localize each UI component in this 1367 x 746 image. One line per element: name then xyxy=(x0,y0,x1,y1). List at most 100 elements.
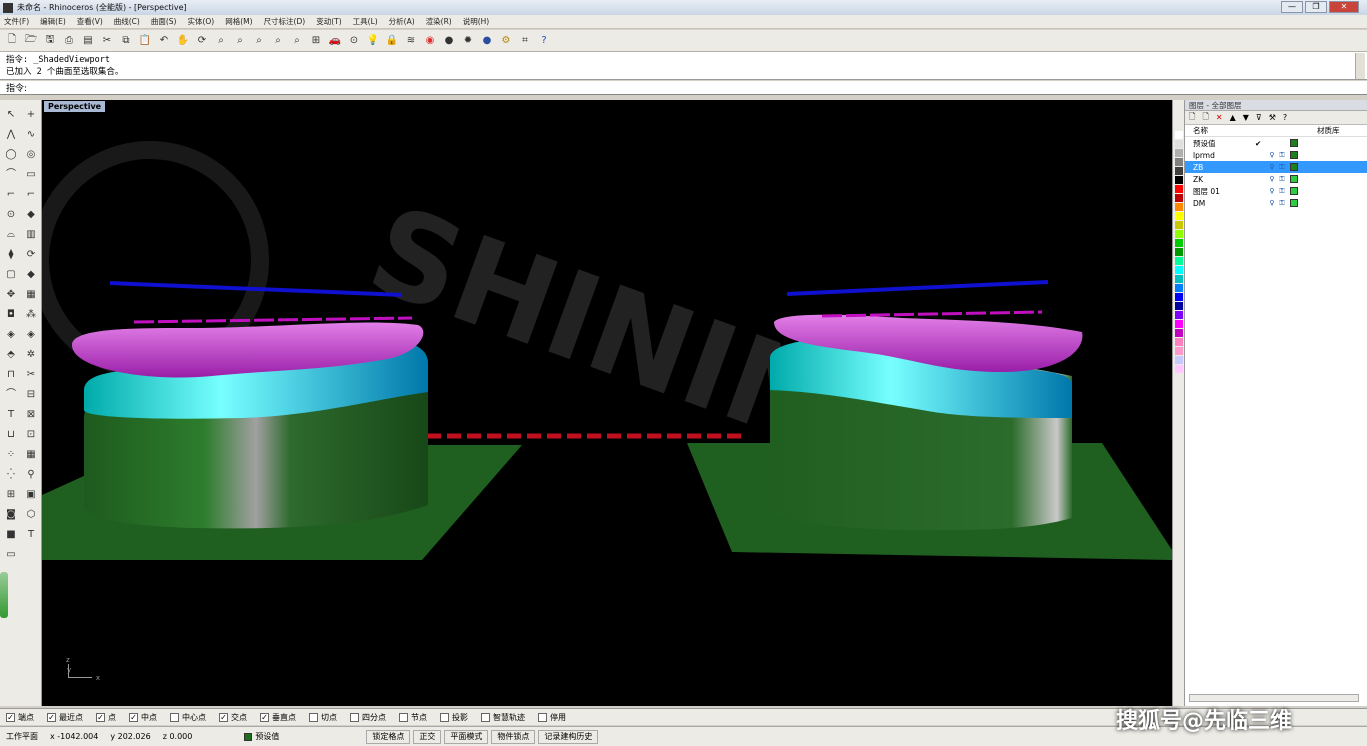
color-swatch[interactable] xyxy=(1174,140,1183,148)
move-down-icon[interactable]: ▼ xyxy=(1243,113,1249,122)
osnap-option[interactable]: ✓ 中点 xyxy=(129,712,157,723)
color-swatch[interactable] xyxy=(1174,356,1183,364)
color-swatch[interactable] xyxy=(1174,284,1183,292)
osnap-option[interactable]: ✓ 最近点 xyxy=(47,712,83,723)
planar-pane[interactable]: 平面模式 xyxy=(444,729,489,744)
osnap-checkbox[interactable] xyxy=(440,712,449,722)
circle-icon[interactable]: ◯ xyxy=(4,148,18,162)
osnap-checkbox[interactable] xyxy=(350,712,359,722)
color-swatch[interactable] xyxy=(1174,311,1183,319)
move-icon[interactable]: ✥ xyxy=(4,288,18,302)
extrude-icon[interactable]: ▥ xyxy=(24,228,38,242)
layer-row[interactable]: 预设值 ✔ xyxy=(1185,137,1367,149)
control-points-icon[interactable]: ⁘ xyxy=(4,448,18,462)
menu-solid[interactable]: 实体(O) xyxy=(187,16,214,27)
color-swatch[interactable] xyxy=(1174,194,1183,202)
color-swatch[interactable] xyxy=(1174,275,1183,283)
join-icon[interactable]: ⊓ xyxy=(4,368,18,382)
color-swatch[interactable] xyxy=(1174,257,1183,265)
visibility-bulb-icon[interactable]: ♀ xyxy=(1267,163,1277,171)
layer-color-swatch[interactable] xyxy=(1290,139,1298,147)
gear-icon[interactable]: ⚙ xyxy=(498,33,514,49)
rotate-view-icon[interactable]: ⟳ xyxy=(194,33,210,49)
menu-tools[interactable]: 工具(L) xyxy=(353,16,378,27)
menu-file[interactable]: 文件(F) xyxy=(4,16,29,27)
osnap-checkbox[interactable] xyxy=(170,712,179,722)
zoom-window-icon[interactable]: ⌕ xyxy=(232,33,248,49)
color-swatch[interactable] xyxy=(1174,149,1183,157)
osnap-option[interactable]: 停用 xyxy=(538,712,566,723)
scale-icon[interactable]: ◈ xyxy=(4,328,18,342)
osnap-option[interactable]: 中心点 xyxy=(170,712,206,723)
osnap-option[interactable]: ✓ 端点 xyxy=(6,712,34,723)
osnap-checkbox[interactable]: ✓ xyxy=(47,712,56,722)
history-pane[interactable]: 记录建构历史 xyxy=(538,729,599,744)
fillet-icon[interactable]: ⌐ xyxy=(4,188,18,202)
material-icon[interactable]: ⬡ xyxy=(24,508,38,522)
arc-icon[interactable]: ⌒ xyxy=(4,168,18,182)
visibility-bulb-icon[interactable]: ♀ xyxy=(1267,199,1277,207)
revolve-icon[interactable]: ⟳ xyxy=(24,248,38,262)
print-icon[interactable]: ⎙ xyxy=(61,33,77,49)
settings-gear-icon[interactable]: ✹ xyxy=(460,33,476,49)
annotation-text-icon[interactable]: T xyxy=(24,528,38,542)
osnap-option[interactable]: 四分点 xyxy=(350,712,386,723)
osnap-checkbox[interactable]: ✓ xyxy=(260,712,269,722)
menu-edit[interactable]: 编辑(E) xyxy=(40,16,66,27)
osnap-checkbox[interactable]: ✓ xyxy=(6,712,15,722)
current-layer[interactable]: 预设值 xyxy=(244,731,354,742)
color-swatch[interactable] xyxy=(1174,293,1183,301)
layer-color-swatch[interactable] xyxy=(1290,175,1298,183)
color-swatch[interactable] xyxy=(1174,131,1183,139)
cut-icon[interactable]: ✂ xyxy=(99,33,115,49)
zoom-extents-icon[interactable]: ⌕ xyxy=(251,33,267,49)
menu-render[interactable]: 渲染(R) xyxy=(426,16,452,27)
color-swatch[interactable] xyxy=(1174,221,1183,229)
lock-icon[interactable]: 🔒 xyxy=(384,33,400,49)
mesh-icon[interactable]: ▦ xyxy=(24,288,38,302)
chamfer-icon[interactable]: ⌐ xyxy=(24,188,38,202)
move-up-icon[interactable]: ▲ xyxy=(1230,113,1236,122)
layer-row[interactable]: ZB ♀ ⚿ xyxy=(1185,161,1367,173)
osnap-option[interactable]: 切点 xyxy=(309,712,337,723)
analyze-icon[interactable]: ⊡ xyxy=(24,428,38,442)
mirror-icon[interactable]: ⬘ xyxy=(4,348,18,362)
rotate-icon[interactable]: ◈ xyxy=(24,328,38,342)
explode-icon[interactable]: ✲ xyxy=(24,348,38,362)
box-icon[interactable]: ▢ xyxy=(4,268,18,282)
perspective-viewport[interactable]: Perspective SHINING 3D z y x xyxy=(42,100,1172,706)
color-swatch[interactable] xyxy=(1174,176,1183,184)
offset-icon[interactable]: ⊙ xyxy=(4,208,18,222)
cplane-label[interactable]: 工作平面 xyxy=(6,731,38,742)
block-icon[interactable]: ▣ xyxy=(24,488,38,502)
ellipse-icon[interactable]: ◎ xyxy=(24,148,38,162)
color-swatch[interactable] xyxy=(1174,167,1183,175)
osnap-option[interactable]: ✓ 交点 xyxy=(219,712,247,723)
loft-icon[interactable]: ⌓ xyxy=(4,228,18,242)
sweep-icon[interactable]: ⧫ xyxy=(4,248,18,262)
osnap-checkbox[interactable]: ✓ xyxy=(219,712,228,722)
osnap-option[interactable]: 投影 xyxy=(440,712,468,723)
close-button[interactable]: ✕ xyxy=(1329,1,1359,13)
osnap-checkbox[interactable] xyxy=(399,712,408,722)
lock-icon[interactable]: ⚿ xyxy=(1277,163,1287,172)
zoom-icon[interactable]: ⌕ xyxy=(213,33,229,49)
rectangle-icon[interactable]: ▭ xyxy=(24,168,38,182)
menu-transform[interactable]: 变动(T) xyxy=(316,16,341,27)
distance-icon[interactable]: ⚲ xyxy=(24,468,38,482)
menu-help[interactable]: 说明(H) xyxy=(463,16,490,27)
lock-icon[interactable]: ⚿ xyxy=(1277,175,1287,184)
snap-icon[interactable]: ⁛ xyxy=(4,468,18,482)
menu-curve[interactable]: 曲线(C) xyxy=(114,16,140,27)
save-icon[interactable]: 🖫 xyxy=(42,33,58,49)
layer-color-swatch[interactable] xyxy=(1290,199,1298,207)
color-swatch[interactable] xyxy=(1174,212,1183,220)
osnap-checkbox[interactable]: ✓ xyxy=(129,712,138,722)
boolean-icon[interactable]: ◆ xyxy=(24,268,38,282)
array-icon[interactable]: ⁂ xyxy=(24,308,38,322)
layer-panel-scrollbar[interactable] xyxy=(1189,694,1359,702)
grid-tool-icon[interactable]: ⊞ xyxy=(4,488,18,502)
lock-icon[interactable]: ⚿ xyxy=(1277,199,1287,208)
page-icon[interactable]: ▤ xyxy=(80,33,96,49)
copy-icon[interactable]: ⧉ xyxy=(118,33,134,49)
